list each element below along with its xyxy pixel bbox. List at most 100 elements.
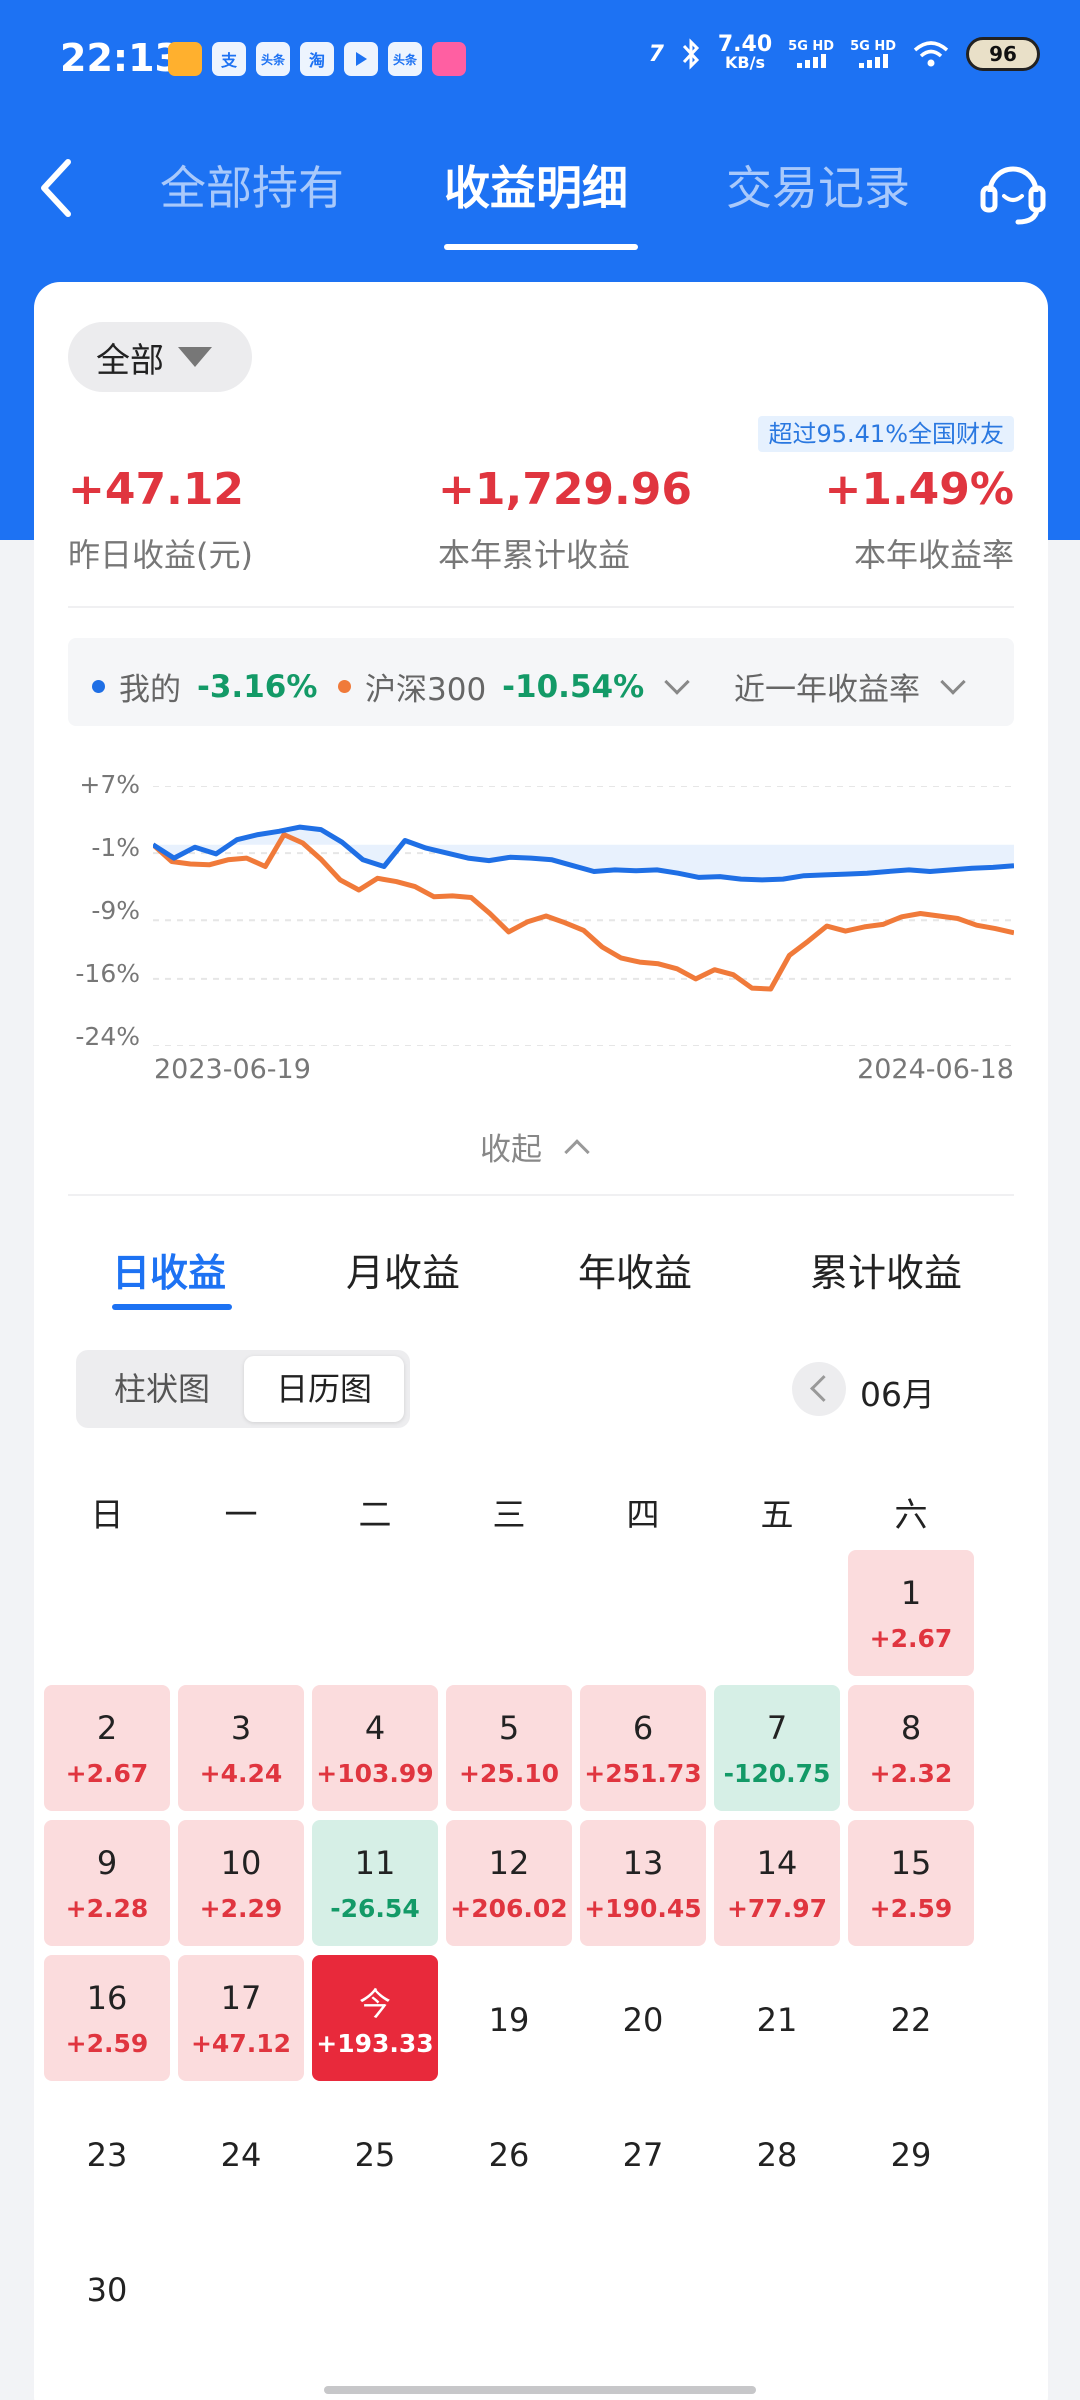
period-tab-indicator [112, 1304, 232, 1310]
calendar-day[interactable]: 19 [446, 1955, 572, 2081]
calendar-day-number: 6 [632, 1709, 654, 1747]
calendar-day-number: 9 [96, 1844, 118, 1882]
calendar-day[interactable]: 29 [848, 2090, 974, 2216]
weekday-header: 日 [90, 1495, 124, 1534]
holding-filter-dropdown[interactable]: 全部 [68, 322, 252, 392]
yesterday-profit-value: +47.12 [68, 464, 245, 515]
calendar-day-profit: +206.02 [450, 1894, 568, 1923]
tab-yearly-profit[interactable]: 年收益 [578, 1242, 692, 1297]
tab-monthly-profit[interactable]: 月收益 [346, 1242, 460, 1297]
calendar-day[interactable]: 8 +2.32 [848, 1685, 974, 1811]
calendar-day-number: 15 [890, 1844, 932, 1882]
index-series-value: -10.54% [502, 668, 645, 705]
collapse-label: 收起 [480, 1132, 542, 1168]
calendar-day[interactable]: 25 [312, 2090, 438, 2216]
previous-month-button[interactable] [792, 1362, 846, 1416]
video-app-icon [168, 42, 202, 76]
calendar-day[interactable]: 11 -26.54 [312, 1820, 438, 1946]
weekday-header: 四 [626, 1495, 660, 1534]
calendar-day-number: 7 [766, 1709, 788, 1747]
wifi-icon [913, 41, 949, 67]
y-tick-label: -16% [75, 959, 140, 988]
calendar-day[interactable]: 1 +2.67 [848, 1550, 974, 1676]
calendar-day-number: 12 [488, 1844, 530, 1882]
calendar-day-profit: +2.67 [869, 1624, 953, 1653]
calendar-day[interactable]: 今 +193.33 [312, 1955, 438, 2081]
bar-view-option[interactable]: 柱状图 [82, 1356, 242, 1422]
taobao-icon: 淘 [300, 42, 334, 76]
status-indicators: 7​ 7.40 KB/s 5G HD 5G HD 96 [649, 32, 1040, 72]
calendar-day-profit: +103.99 [316, 1759, 434, 1788]
calendar-day[interactable]: 16 +2.59 [44, 1955, 170, 2081]
calendar-day-profit: +4.24 [199, 1759, 283, 1788]
calendar-day-profit: -26.54 [330, 1894, 420, 1923]
calendar-day-number: 20 [622, 2001, 664, 2039]
calendar-day-number: 19 [488, 2001, 530, 2039]
status-bar: 22:13 支 头条 淘 头条 7​ 7.40 KB/s 5G HD 5G HD [0, 0, 1080, 120]
index-selector[interactable]: 沪深300 -10.54% [338, 664, 690, 709]
back-arrow-icon[interactable] [28, 148, 88, 228]
tab-all-holdings[interactable]: 全部持有 [160, 152, 344, 218]
calendar-day-number: 8 [900, 1709, 922, 1747]
calendar-view-option[interactable]: 日历图 [244, 1356, 404, 1422]
x-start-label: 2023-06-19 [154, 1054, 311, 1085]
tab-cumulative-profit[interactable]: 累计收益 [810, 1242, 962, 1297]
return-line-chart[interactable] [153, 786, 1014, 1046]
calendar-day[interactable]: 28 [714, 2090, 840, 2216]
calendar-day[interactable]: 3 +4.24 [178, 1685, 304, 1811]
calendar-day[interactable]: 4 +103.99 [312, 1685, 438, 1811]
calendar-day[interactable]: 21 [714, 1955, 840, 2081]
calendar-day[interactable]: 12 +206.02 [446, 1820, 572, 1946]
chevron-up-icon [564, 1138, 590, 1165]
calendar-day[interactable]: 9 +2.28 [44, 1820, 170, 1946]
calendar-day[interactable]: 24 [178, 2090, 304, 2216]
calendar-day-number: 23 [86, 2136, 128, 2174]
calendar-day[interactable]: 22 [848, 1955, 974, 2081]
toutiao-icon: 头条 [388, 42, 422, 76]
calendar-day[interactable]: 7 -120.75 [714, 1685, 840, 1811]
calendar-day-profit: +2.59 [65, 2029, 149, 2058]
calendar-day-number: 17 [220, 1979, 262, 2017]
calendar-day[interactable]: 2 +2.67 [44, 1685, 170, 1811]
calendar-day[interactable]: 13 +190.45 [580, 1820, 706, 1946]
customer-service-icon[interactable] [978, 150, 1048, 230]
tab-profit-details[interactable]: 收益明细 [444, 152, 628, 218]
signal-1: 5G HD [788, 40, 834, 68]
calendar-day[interactable]: 10 +2.29 [178, 1820, 304, 1946]
calendar-day-number: 21 [756, 2001, 798, 2039]
calendar-day[interactable]: 14 +77.97 [714, 1820, 840, 1946]
calendar-day-number: 26 [488, 2136, 530, 2174]
calendar-day-number: 13 [622, 1844, 664, 1882]
my-series-value: -3.16% [197, 668, 318, 705]
index-series-dot [338, 680, 351, 693]
calendar-day-profit: +251.73 [584, 1759, 702, 1788]
home-indicator[interactable] [324, 2386, 756, 2394]
my-series-label: 我的 [119, 672, 181, 708]
collapse-chart-button[interactable]: 收起 [480, 1124, 590, 1169]
weekday-header: 一 [224, 1495, 258, 1534]
tab-transactions[interactable]: 交易记录 [726, 152, 910, 218]
calendar-day[interactable]: 27 [580, 2090, 706, 2216]
calendar-day[interactable]: 20 [580, 1955, 706, 2081]
net-speed: 7.40 KB/s [717, 32, 773, 72]
calendar-day-number: 4 [364, 1709, 386, 1747]
bluetooth-icon [682, 38, 699, 70]
calendar-day[interactable]: 17 +47.12 [178, 1955, 304, 2081]
tab-daily-profit[interactable]: 日收益 [112, 1242, 226, 1297]
weekday-header: 三 [492, 1495, 526, 1534]
calendar-day[interactable]: 26 [446, 2090, 572, 2216]
calendar-day-profit: +2.32 [869, 1759, 953, 1788]
y-tick-label: -9% [91, 896, 140, 925]
calendar-day[interactable]: 6 +251.73 [580, 1685, 706, 1811]
calendar-day[interactable]: 30 [44, 2225, 170, 2351]
notification-icons: 支 头条 淘 头条 [168, 42, 466, 76]
calendar-day[interactable]: 23 [44, 2090, 170, 2216]
signal-bars-icon [850, 54, 896, 68]
calendar-day-number: 27 [622, 2136, 664, 2174]
calendar-day-number: 5 [498, 1709, 520, 1747]
calendar-day-number: 11 [354, 1844, 396, 1882]
y-tick-label: +7% [79, 770, 140, 799]
calendar-day[interactable]: 15 +2.59 [848, 1820, 974, 1946]
period-selector[interactable]: 近一年收益率 [734, 664, 966, 709]
calendar-day[interactable]: 5 +25.10 [446, 1685, 572, 1811]
